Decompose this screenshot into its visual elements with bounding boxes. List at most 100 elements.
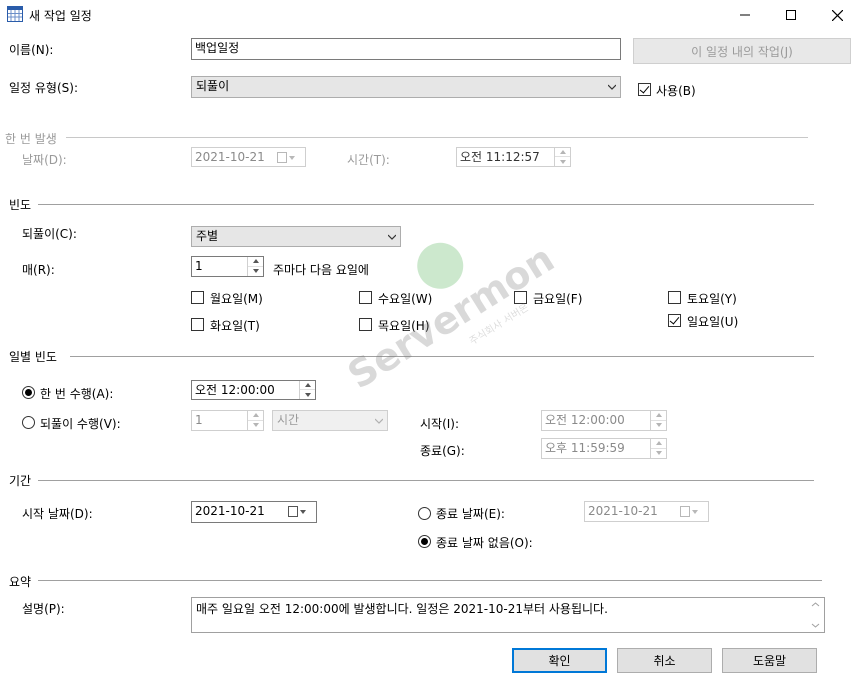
- window-title: 새 작업 일정: [29, 9, 92, 23]
- every-radio[interactable]: [22, 416, 35, 429]
- spin-down-icon[interactable]: [248, 267, 263, 277]
- help-button[interactable]: 도움말: [722, 648, 817, 673]
- schedule-type-value: 되풀이: [196, 79, 230, 93]
- enabled-checkbox[interactable]: [638, 83, 651, 96]
- spin-up-icon[interactable]: [248, 411, 263, 421]
- every-label: 되풀이 수행(V):: [40, 417, 121, 431]
- daily-section-title: 일별 빈도: [9, 350, 57, 364]
- start-time-spinner[interactable]: 오전 12:00:00: [541, 410, 667, 431]
- once-time-value: 오전 12:00:00: [195, 383, 275, 397]
- summary-section-title: 요약: [9, 575, 32, 589]
- chevron-down-icon: [375, 418, 383, 424]
- calendar-grid-icon: [7, 6, 23, 22]
- minimize-button[interactable]: [722, 0, 768, 30]
- end-time-spinner[interactable]: 오후 11:59:59: [541, 438, 667, 459]
- name-input[interactable]: 백업일정: [191, 38, 621, 60]
- watermark-text: Servermon: [340, 236, 562, 398]
- once-time-spinner[interactable]: 오전 12:00:00: [191, 380, 316, 400]
- schedule-type-label: 일정 유형(S):: [9, 81, 78, 95]
- one-time-date-picker[interactable]: 2021-10-21: [191, 147, 306, 167]
- spin-down-icon[interactable]: [555, 157, 570, 166]
- once-label: 한 번 수행(A):: [40, 387, 114, 401]
- daily-separator: [70, 356, 814, 357]
- wednesday-label: 수요일(W): [378, 292, 433, 306]
- maximize-button[interactable]: [768, 0, 814, 30]
- calendar-dropdown-icon: [277, 151, 301, 164]
- spin-down-icon[interactable]: [300, 390, 315, 399]
- spin-up-icon[interactable]: [300, 381, 315, 390]
- tuesday-label: 화요일(T): [210, 319, 260, 333]
- chevron-down-icon: [608, 84, 616, 90]
- start-date-picker[interactable]: 2021-10-21: [191, 501, 317, 523]
- chevron-down-icon: [388, 234, 396, 240]
- summary-separator: [38, 580, 822, 581]
- sunday-label: 일요일(U): [687, 315, 739, 329]
- frequency-section-title: 빈도: [9, 198, 32, 212]
- jobs-in-schedule-button[interactable]: 이 일정 내의 작업(J): [633, 38, 851, 64]
- spin-up-icon[interactable]: [651, 439, 666, 449]
- cancel-button[interactable]: 취소: [617, 648, 712, 673]
- tuesday-checkbox[interactable]: [191, 318, 204, 331]
- spin-up-icon[interactable]: [555, 148, 570, 157]
- friday-checkbox[interactable]: [514, 291, 527, 304]
- ok-button[interactable]: 확인: [512, 648, 607, 673]
- monday-checkbox[interactable]: [191, 291, 204, 304]
- saturday-label: 토요일(Y): [687, 292, 737, 306]
- monday-label: 월요일(M): [210, 292, 263, 306]
- spin-up-icon[interactable]: [651, 411, 666, 421]
- spin-down-icon[interactable]: [651, 421, 666, 431]
- start-date-value: 2021-10-21: [195, 504, 265, 518]
- once-radio[interactable]: [22, 386, 35, 399]
- calendar-dropdown-icon: [680, 505, 704, 518]
- end-date-radio[interactable]: [418, 507, 431, 520]
- sunday-checkbox[interactable]: [668, 314, 681, 327]
- spin-up-icon[interactable]: [248, 257, 263, 267]
- every-unit-select[interactable]: 시간: [272, 410, 388, 431]
- calendar-dropdown-icon[interactable]: [288, 505, 312, 518]
- one-time-date-value: 2021-10-21: [195, 150, 265, 164]
- description-label: 설명(P):: [22, 602, 65, 616]
- duration-separator: [38, 480, 814, 481]
- recurs-spinner[interactable]: 1: [191, 256, 264, 277]
- occurs-select[interactable]: 주별: [191, 226, 401, 247]
- description-textarea[interactable]: 매주 일요일 오전 12:00:00에 발생합니다. 일정은 2021-10-2…: [191, 597, 825, 633]
- schedule-type-select[interactable]: 되풀이: [191, 76, 621, 98]
- every-unit-value: 시간: [277, 413, 300, 427]
- no-end-date-label: 종료 날짜 없음(O):: [436, 536, 533, 550]
- description-text: 매주 일요일 오전 12:00:00에 발생합니다. 일정은 2021-10-2…: [196, 602, 608, 616]
- occurs-label: 되풀이(C):: [22, 227, 77, 241]
- end-time-value: 오후 11:59:59: [545, 441, 625, 455]
- watermark-logo-icon: [408, 234, 472, 298]
- end-date-label: 종료 날짜(E):: [436, 507, 505, 521]
- every-spinner[interactable]: 1: [191, 410, 264, 431]
- end-date-value: 2021-10-21: [588, 504, 658, 518]
- frequency-separator: [38, 204, 814, 205]
- scroll-arrows-icon: [811, 602, 820, 628]
- one-time-separator: [66, 137, 808, 138]
- saturday-checkbox[interactable]: [668, 291, 681, 304]
- recurs-label: 매(R):: [22, 263, 55, 277]
- no-end-date-radio[interactable]: [418, 535, 431, 548]
- end-date-picker[interactable]: 2021-10-21: [584, 501, 709, 522]
- recurs-suffix: 주마다 다음 요일에: [273, 263, 369, 277]
- one-time-time-spinner[interactable]: 오전 11:12:57: [456, 147, 571, 167]
- description-scrollbar[interactable]: [807, 598, 824, 632]
- watermark-subtext: 주식회사 서버몬: [467, 302, 531, 348]
- thursday-label: 목요일(H): [378, 319, 430, 333]
- thursday-checkbox[interactable]: [359, 318, 372, 331]
- one-time-time-value: 오전 11:12:57: [460, 150, 540, 164]
- close-button[interactable]: [814, 0, 860, 30]
- one-time-time-label: 시간(T):: [347, 153, 390, 167]
- start-time-label: 시작(I):: [420, 417, 460, 431]
- minimize-icon: [740, 14, 750, 16]
- end-time-label: 종료(G):: [420, 444, 465, 458]
- one-time-date-label: 날짜(D):: [22, 153, 67, 167]
- maximize-icon: [786, 10, 796, 20]
- wednesday-checkbox[interactable]: [359, 291, 372, 304]
- name-label: 이름(N):: [9, 43, 54, 57]
- every-value: 1: [195, 413, 203, 427]
- title-bar: 새 작업 일정: [0, 0, 860, 30]
- one-time-section-title: 한 번 발생: [5, 132, 57, 146]
- spin-down-icon[interactable]: [651, 449, 666, 459]
- spin-down-icon[interactable]: [248, 421, 263, 431]
